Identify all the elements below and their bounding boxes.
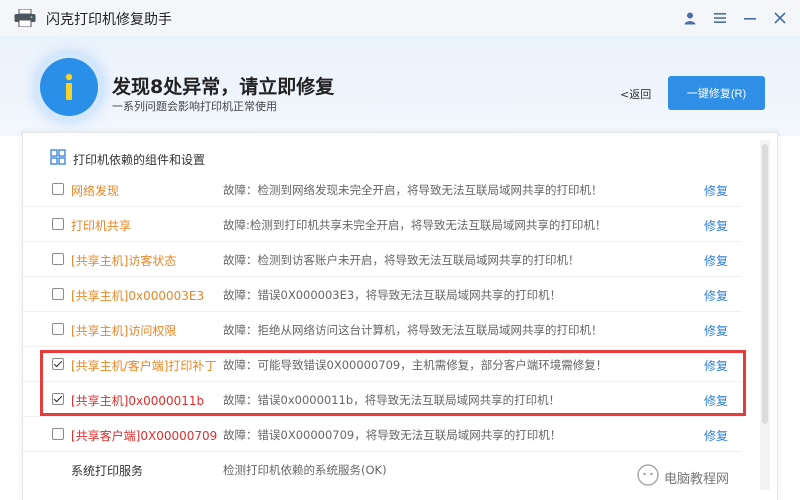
issue-name: 系统打印服务 [71, 464, 144, 478]
title-bar: 闪克打印机修复助手 [0, 0, 800, 36]
issue-fault: 故障：错误0X00000709，将导致无法互联局域网共享的打印机！ [223, 428, 562, 442]
fix-link[interactable]: 修复 [704, 217, 728, 234]
row-checkbox[interactable] [52, 183, 64, 195]
fix-all-button[interactable]: 一键修复(R) [668, 76, 765, 110]
fix-link[interactable]: 修复 [704, 252, 728, 269]
fix-link[interactable]: 修复 [704, 427, 728, 444]
highlight-annotation [40, 350, 746, 416]
fix-link[interactable]: 修复 [704, 322, 728, 339]
printer-icon [14, 9, 36, 27]
issue-name: [共享主机]0x000003E3 [71, 289, 205, 303]
issue-fault: 检测打印机依赖的系统服务(OK) [223, 463, 387, 477]
row-checkbox[interactable] [52, 323, 64, 335]
row-checkbox[interactable] [52, 428, 64, 440]
info-icon [65, 73, 73, 100]
alert-banner: 发现8处异常，请立即修复 一系列问题会影响打印机正常使用 <返回 一键修复(R) [0, 36, 800, 136]
row-checkbox[interactable] [52, 218, 64, 230]
back-link[interactable]: <返回 [620, 86, 651, 102]
close-icon[interactable] [770, 8, 790, 28]
issue-row-error-709: [共享客户端]0X00000709 故障：错误0X00000709，将导致无法互… [22, 417, 760, 451]
issue-fault: 故障：检测到访客账户未开启，将导致无法互联局域网共享的打印机！ [223, 253, 580, 267]
issue-row-network-discovery: 网络发现 故障：检测到网络发现未完全开启，将导致无法互联局域网共享的打印机！ 修… [22, 172, 760, 206]
issue-name: [共享客户端]0X00000709 [71, 429, 218, 443]
issue-name: 网络发现 [71, 184, 120, 198]
issue-row-guest-status: [共享主机]访客状态 故障：检测到访客账户未开启，将导致无法互联局域网共享的打印… [22, 242, 760, 276]
info-badge [40, 58, 98, 116]
issue-name: [共享主机]访问权限 [71, 324, 177, 338]
scroll-thumb[interactable] [762, 144, 768, 424]
menu-icon[interactable] [710, 8, 730, 28]
issue-row-access-permission: [共享主机]访问权限 故障：拒绝从网络访问这台计算机，将导致无法互联局域网共享的… [22, 312, 760, 346]
alert-subtitle: 一系列问题会影响打印机正常使用 [112, 100, 277, 113]
fix-link[interactable]: 修复 [704, 287, 728, 304]
scrollbar[interactable] [760, 140, 770, 490]
alert-title: 发现8处异常，请立即修复 [112, 76, 335, 98]
minimize-icon[interactable] [740, 8, 760, 28]
issue-name: 打印机共享 [71, 219, 132, 233]
issue-fault: 故障：错误0X000003E3，将导致无法互联局域网共享的打印机！ [223, 288, 562, 302]
section-title: 打印机依赖的组件和设置 [73, 153, 206, 167]
window-title: 闪克打印机修复助手 [46, 12, 172, 28]
grid-icon [50, 149, 66, 165]
watermark-logo-icon [637, 464, 659, 486]
issue-row-error-3e3: [共享主机]0x000003E3 故障：错误0X000003E3，将导致无法互联… [22, 277, 760, 311]
issue-row-printer-sharing: 打印机共享 故障:检测到打印机共享未完全开启，将导致无法互联局域网共享的打印机！… [22, 207, 760, 241]
row-checkbox[interactable] [52, 288, 64, 300]
user-icon[interactable] [680, 8, 700, 28]
issue-fault: 故障：检测到网络发现未完全开启，将导致无法互联局域网共享的打印机！ [223, 183, 603, 197]
issue-name: [共享主机]访客状态 [71, 254, 177, 268]
fix-link[interactable]: 修复 [704, 182, 728, 199]
issue-fault: 故障：拒绝从网络访问这台计算机，将导致无法互联局域网共享的打印机！ [223, 323, 603, 337]
issue-fault: 故障:检测到打印机共享未完全开启，将导致无法互联局域网共享的打印机！ [223, 218, 607, 232]
row-checkbox[interactable] [52, 253, 64, 265]
watermark-text: 电脑教程网 [664, 472, 730, 487]
